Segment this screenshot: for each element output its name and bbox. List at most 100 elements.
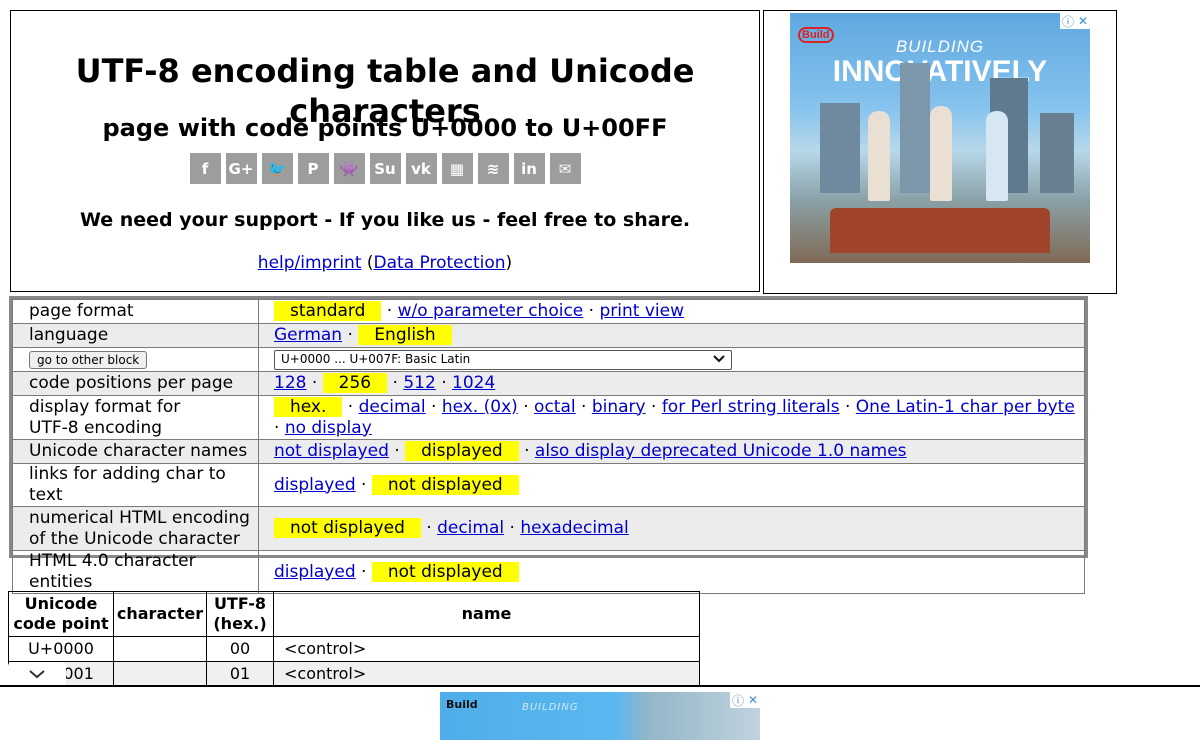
selected-option: not displayed (371, 561, 519, 582)
settings-row: go to other block U+0000 ... U+007F: Basi… (12, 347, 1085, 372)
pinterest-icon[interactable]: P (297, 153, 329, 184)
option-link[interactable]: German (274, 325, 342, 345)
option-link[interactable]: hexadecimal (520, 518, 628, 538)
settings-row: HTML 4.0 character entities displayed · n… (12, 550, 1085, 594)
bottom-ad-logo: Build (446, 698, 478, 711)
selected-option: not displayed (274, 518, 421, 538)
option-separator: · (575, 396, 592, 417)
settings-label-line2: UTF-8 encoding (29, 417, 163, 438)
ad-banner[interactable]: Build BUILDING INNOVATIVELY ⓘ ✕ (790, 13, 1090, 263)
option-link[interactable]: decimal (359, 397, 426, 417)
ad-headline-large: INNOVATIVELY (832, 55, 1048, 88)
chevron-down-icon[interactable] (28, 668, 46, 680)
ad-choices[interactable]: ⓘ ✕ (1060, 13, 1090, 29)
ad-close-icon[interactable]: ✕ (1078, 14, 1088, 28)
ad-building (900, 63, 930, 193)
option-link[interactable]: One Latin-1 char per byte (856, 397, 1075, 417)
cell-utf8: 01 (206, 661, 274, 687)
twitter-icon[interactable]: 🐦 (261, 153, 293, 184)
option-link[interactable]: print view (599, 301, 684, 321)
stumbleupon-icon[interactable]: Su (369, 153, 401, 184)
option-link[interactable]: 512 (403, 373, 435, 393)
ad-person (986, 111, 1008, 201)
option-link[interactable]: displayed (274, 562, 356, 582)
linkedin-icon[interactable]: in (513, 153, 545, 184)
bottom-ad-choices[interactable]: ⓘ ✕ (730, 692, 760, 708)
option-link[interactable]: hex. (0x) (442, 397, 518, 417)
option-separator: · (425, 396, 442, 417)
settings-row: code positions per page 128 · 256 · 512 ·… (12, 371, 1085, 396)
cell-character (113, 636, 207, 662)
ad-container: Build BUILDING INNOVATIVELY ⓘ ✕ (763, 10, 1117, 294)
selected-option: displayed (405, 441, 519, 461)
header-code-point: Unicode code point (8, 591, 114, 637)
option-separator: · (381, 301, 398, 321)
email-icon[interactable]: ✉ (549, 153, 581, 184)
settings-options: not displayed · decimal · hexadecimal (258, 506, 1085, 551)
cell-character (113, 661, 207, 687)
help-imprint-link[interactable]: help/imprint (258, 253, 362, 273)
cell-name: <control> (273, 661, 700, 687)
buffer-icon[interactable]: ≋ (477, 153, 509, 184)
xing-icon[interactable]: ▦ (441, 153, 473, 184)
settings-row: display format for UTF-8 encoding hex. · d… (12, 395, 1085, 440)
ad-info-icon[interactable]: ⓘ (732, 692, 744, 709)
facebook-icon[interactable]: f (189, 153, 221, 184)
go-to-block-button[interactable]: go to other block (29, 351, 148, 369)
chevron-down-icon (713, 349, 725, 370)
option-link[interactable]: also display deprecated Unicode 1.0 name… (535, 441, 907, 461)
cell-name: <control> (273, 636, 700, 662)
selected-option: 256 (322, 373, 388, 393)
settings-label: display format for UTF-8 encoding (12, 395, 259, 440)
character-table: Unicode code point character UTF-8 (hex.) … (8, 591, 700, 687)
option-link[interactable]: w/o parameter choice (398, 301, 584, 321)
settings-options: 128 · 256 · 512 · 1024 (258, 371, 1085, 396)
settings-row: numerical HTML encoding of the Unicode ch… (12, 506, 1085, 551)
collapse-toggle[interactable] (8, 662, 66, 686)
paren-close: ) (505, 253, 513, 273)
ad-close-icon[interactable]: ✕ (748, 693, 758, 707)
settings-label: numerical HTML encoding of the Unicode ch… (12, 506, 259, 551)
option-link[interactable]: displayed (274, 475, 356, 495)
selected-option: not displayed (371, 474, 519, 495)
header-character: character (113, 591, 207, 637)
settings-options: displayed · not displayed (258, 550, 1085, 594)
option-separator: · (435, 373, 453, 393)
support-message: We need your support - If you like us - … (79, 209, 691, 231)
option-separator: · (355, 474, 372, 495)
ad-info-icon[interactable]: ⓘ (1062, 13, 1074, 30)
option-link[interactable]: 128 (274, 373, 306, 393)
option-separator: · (517, 396, 535, 417)
bottom-ad-banner[interactable]: Build BUILDING ⓘ ✕ (440, 692, 760, 740)
option-link[interactable]: decimal (437, 518, 504, 538)
settings-row: Unicode character names not displayed · d… (12, 439, 1085, 464)
option-separator: · (274, 417, 285, 438)
block-select[interactable]: U+0000 ... U+007F: Basic Latin (274, 349, 732, 370)
google-plus-icon[interactable]: G+ (225, 153, 257, 184)
block-select-value: U+0000 ... U+007F: Basic Latin (281, 352, 471, 366)
settings-label: go to other block (12, 347, 259, 372)
cell-code-point: U+0000 (8, 636, 114, 662)
settings-label-line2: of the Unicode character (29, 528, 240, 549)
option-link[interactable]: for Perl string literals (662, 397, 840, 417)
settings-label: links for adding char to text (12, 463, 259, 507)
ad-person (868, 111, 890, 201)
selected-option: hex. (274, 396, 343, 417)
page-subtitle: page with code points U+0000 to U+00FF (102, 114, 668, 142)
vk-icon[interactable]: vk (405, 153, 437, 184)
option-link[interactable]: no display (285, 418, 372, 438)
data-protection-link[interactable]: Data Protection (374, 253, 506, 273)
ad-roof (830, 208, 1050, 253)
table-row: U+0000 00 <control> (8, 636, 700, 662)
settings-panel: page format standard · w/o parameter choi… (9, 296, 1088, 594)
ad-person (930, 106, 952, 201)
option-separator: · (583, 301, 600, 321)
reddit-icon[interactable]: 👾 (333, 153, 365, 184)
settings-row: links for adding char to text displayed ·… (12, 463, 1085, 507)
option-link[interactable]: not displayed (274, 441, 389, 461)
option-link[interactable]: 1024 (452, 373, 495, 393)
option-link[interactable]: octal (534, 397, 576, 417)
option-separator: · (342, 396, 359, 417)
header-panel: UTF-8 encoding table and Unicode charact… (10, 10, 760, 292)
option-link[interactable]: binary (592, 397, 646, 417)
